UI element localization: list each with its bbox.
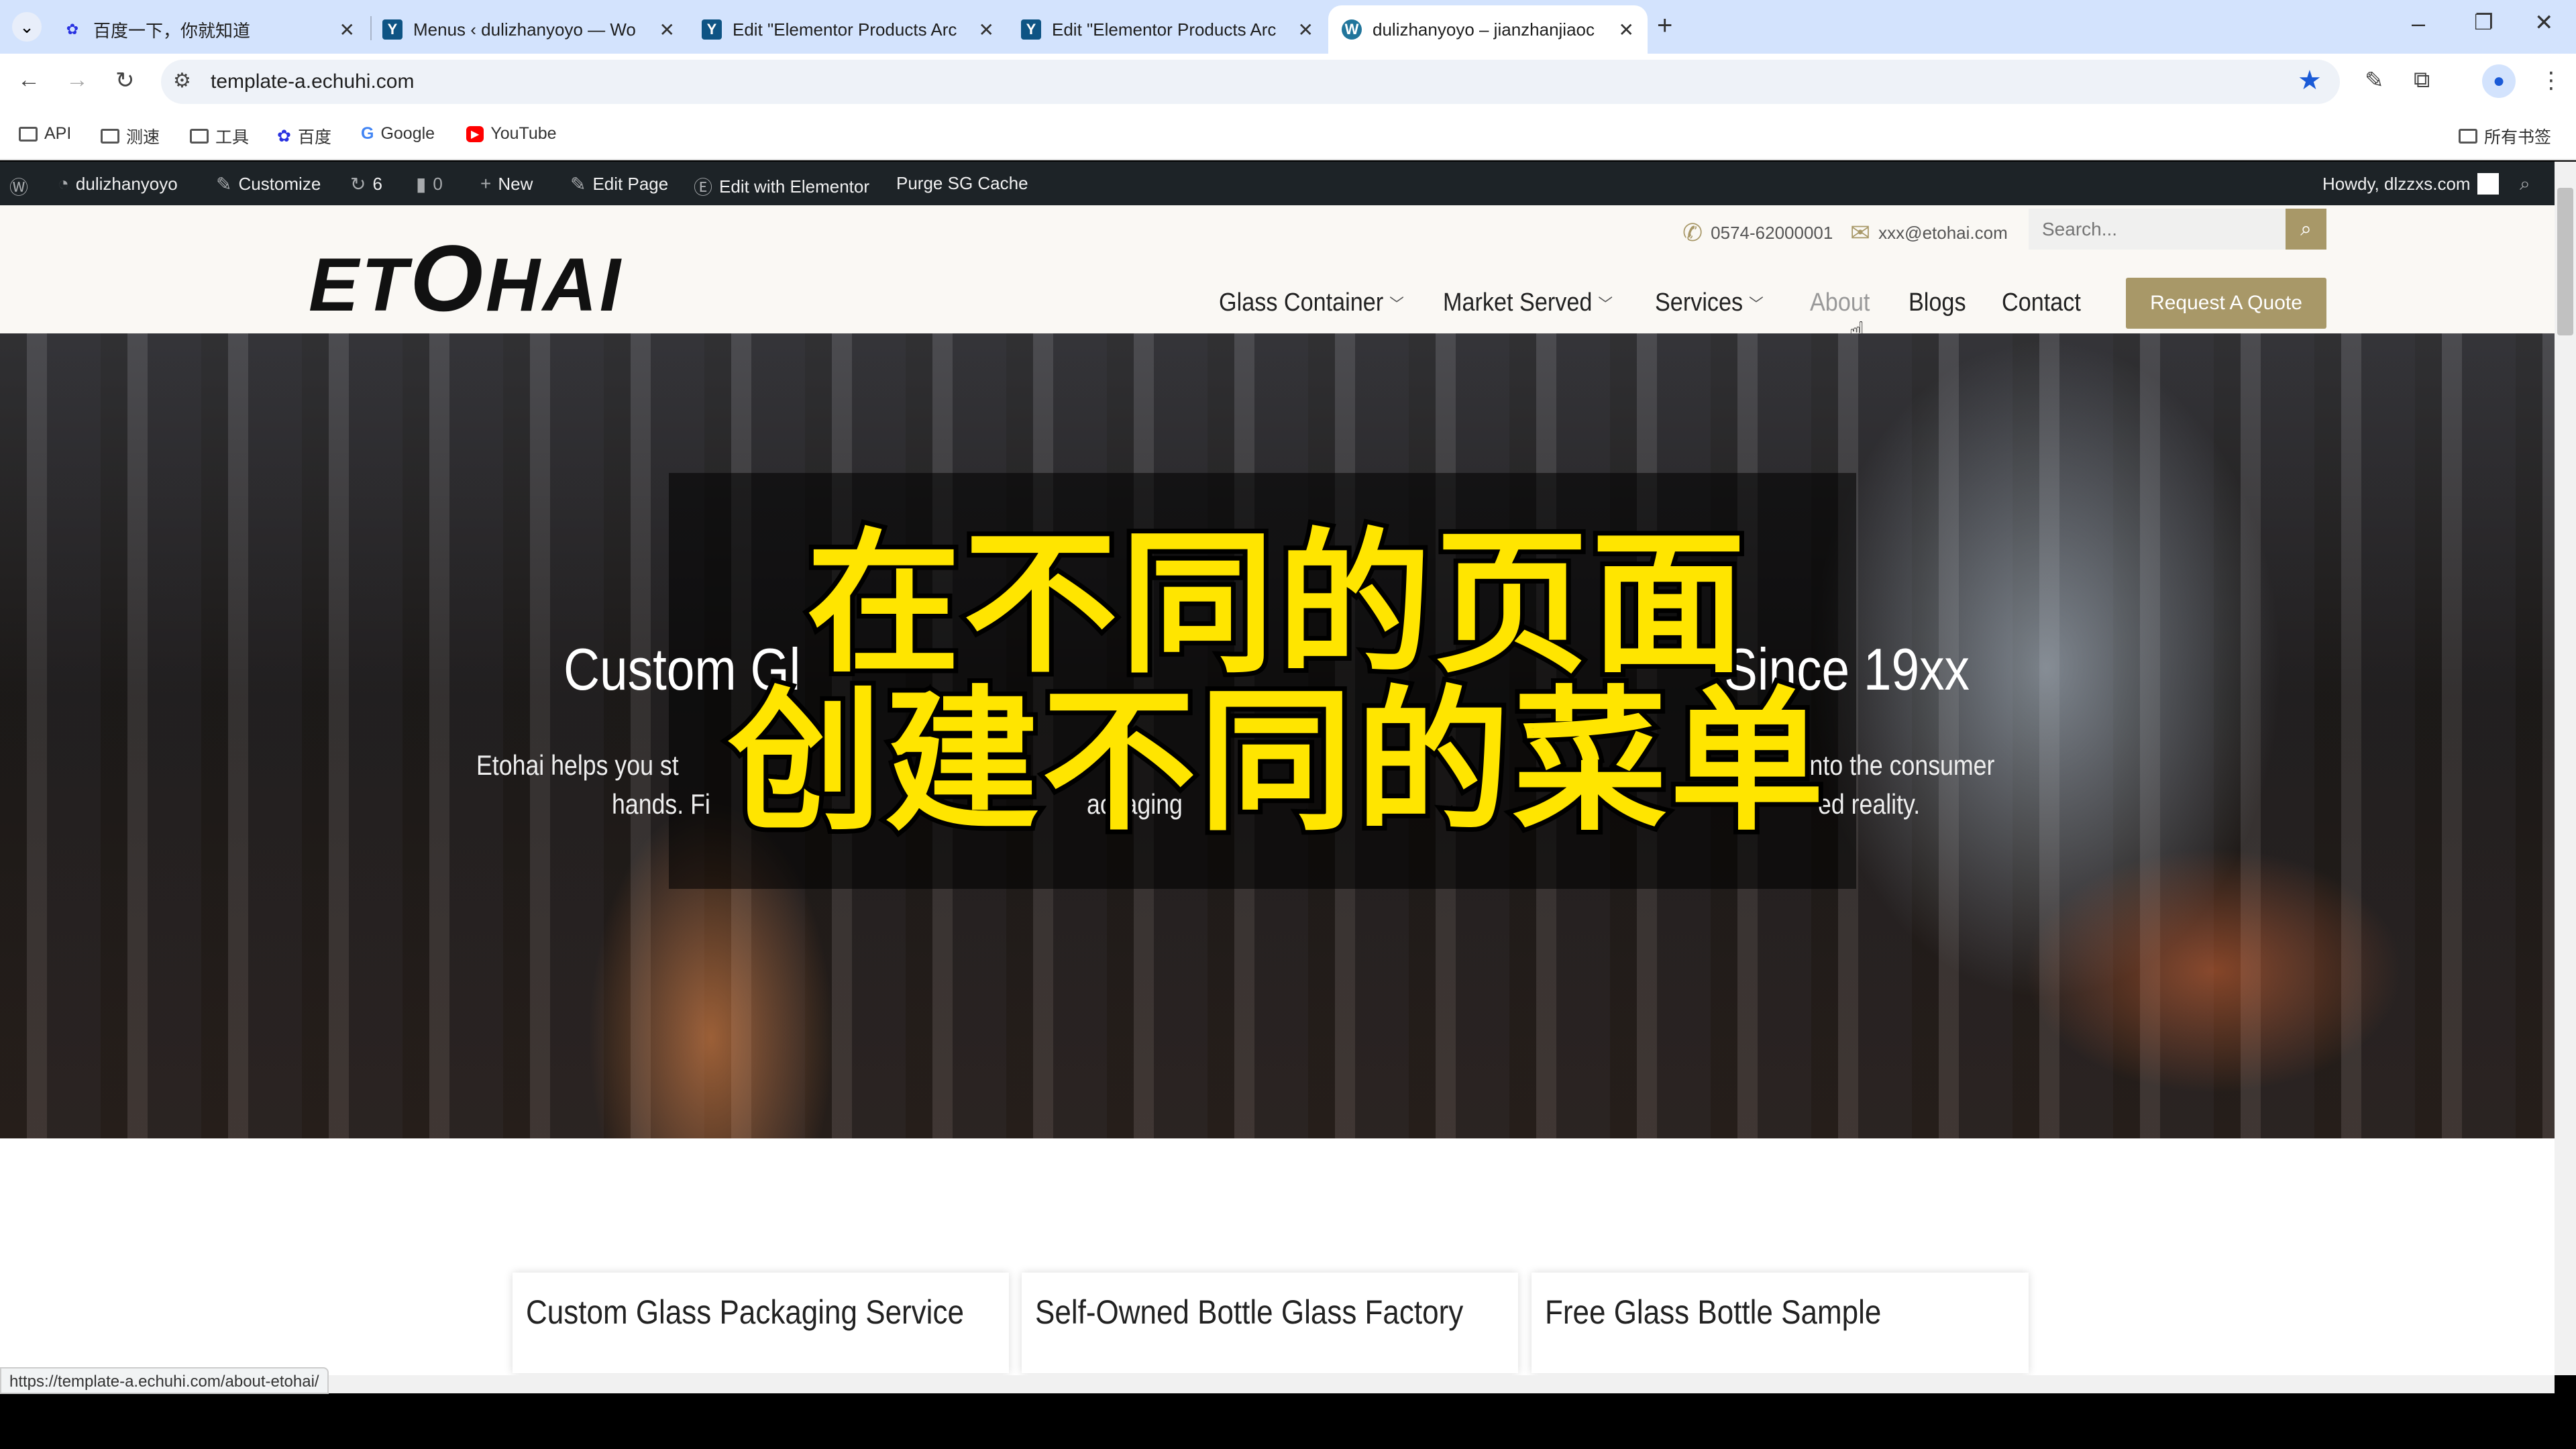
menu-icon[interactable]: ⋮ bbox=[2540, 67, 2563, 94]
minimize-button[interactable]: – bbox=[2412, 9, 2425, 38]
elementor-icon: Ⓔ bbox=[694, 177, 713, 198]
elementor-link[interactable]: Ⓔ Edit with Elementor bbox=[694, 173, 869, 200]
feature-card[interactable]: Custom Glass Packaging Service bbox=[513, 1273, 1009, 1373]
hero-banner: Custom Gl Since 19xx Etohai helps you st… bbox=[0, 333, 2555, 1138]
nav-contact[interactable]: Contact bbox=[2002, 288, 2081, 317]
folder-icon bbox=[101, 129, 119, 144]
baidu-icon: ✿ bbox=[66, 21, 79, 38]
email-contact[interactable]: ✉ xxx@etohai.com bbox=[1850, 219, 2008, 247]
wp-logo-menu[interactable]: Ⓦ bbox=[9, 173, 28, 200]
close-icon[interactable]: ✕ bbox=[1298, 19, 1313, 41]
nav-blogs[interactable]: Blogs bbox=[1909, 288, 1966, 317]
chevron-down-icon: ﹀ bbox=[1598, 296, 1613, 314]
site-info-icon[interactable]: ⚙ bbox=[173, 69, 191, 93]
purge-cache-link[interactable]: Purge SG Cache bbox=[896, 173, 1028, 194]
close-window-button[interactable]: ✕ bbox=[2534, 9, 2554, 36]
eyedropper-icon[interactable]: ✎ bbox=[2365, 67, 2384, 94]
features-section: Custom Glass Packaging Service Self-Owne… bbox=[0, 1138, 2555, 1375]
chevron-down-icon: ﹀ bbox=[1749, 296, 1764, 314]
youtube-icon: ▶ bbox=[466, 125, 484, 142]
folder-icon bbox=[19, 126, 38, 142]
address-bar[interactable]: ⚙ template-a.echuhi.com ★ bbox=[161, 60, 2340, 104]
customize-link[interactable]: ✎ Customize bbox=[216, 173, 321, 195]
bookmarks-bar: API 测速 工具 ✿ 百度 G Google ▶ YouTube 所有书签 bbox=[0, 111, 2576, 160]
close-icon[interactable]: ✕ bbox=[979, 19, 994, 41]
back-icon[interactable]: ← bbox=[17, 67, 40, 93]
url-text[interactable]: template-a.echuhi.com bbox=[211, 70, 415, 93]
brush-icon: ✎ bbox=[216, 174, 232, 195]
tab-active[interactable]: Wdulizhanyoyo – jianzhanjiaoc ✕ bbox=[1328, 5, 1648, 54]
nav-market-served[interactable]: Market Served ﹀ bbox=[1443, 288, 1613, 317]
wordpress-icon: Ⓦ bbox=[9, 177, 29, 198]
avatar bbox=[2477, 173, 2499, 195]
bookmark[interactable]: ▶ YouTube bbox=[466, 124, 557, 144]
updates-icon: ↻ bbox=[350, 174, 366, 195]
search-button[interactable]: ⌕ bbox=[2286, 209, 2326, 250]
wordpress-icon: W bbox=[1342, 19, 1362, 40]
video-caption: 创建不同的菜单 bbox=[723, 673, 1829, 852]
account-menu[interactable]: Howdy, dlzzxs.com bbox=[2322, 173, 2499, 195]
feature-card[interactable]: Self-Owned Bottle Glass Factory bbox=[1022, 1273, 1518, 1373]
plus-icon: + bbox=[480, 173, 492, 194]
search-icon: ⌕ bbox=[2300, 217, 2312, 240]
comments-link[interactable]: ▮ 0 bbox=[416, 173, 443, 195]
video-caption: 在不同的页面 bbox=[802, 515, 1750, 694]
bookmark[interactable]: G Google bbox=[361, 124, 435, 144]
forward-icon[interactable]: → bbox=[66, 67, 89, 93]
chevron-down-icon: ﹀ bbox=[1389, 296, 1404, 314]
bookmark[interactable]: 测速 bbox=[101, 124, 160, 148]
phone-icon: ✆ bbox=[1682, 219, 1703, 246]
bookmark-star-icon[interactable]: ★ bbox=[2298, 65, 2322, 96]
wp-admin-bar: Ⓦ ◔ dulizhanyoyo ✎ Customize ↻ 6 ▮ 0 + New ✎ E… bbox=[0, 162, 2555, 205]
tab[interactable]: Y Edit "Elementor Products Arc ✕ bbox=[1008, 5, 1327, 54]
edit-page-link[interactable]: ✎ Edit Page bbox=[570, 173, 668, 195]
folder-icon bbox=[2459, 129, 2477, 144]
tab[interactable]: Y Edit "Elementor Products Arc ✕ bbox=[688, 5, 1008, 54]
reload-icon[interactable]: ↻ bbox=[115, 67, 135, 94]
comment-icon: ▮ bbox=[416, 174, 427, 195]
nav-glass-container[interactable]: Glass Container ﹀ bbox=[1219, 288, 1404, 317]
profile-avatar[interactable]: ● bbox=[2482, 64, 2516, 98]
tab-bar: ⌄ ✿ 百度一下，你就知道 ✕ Y Menus ‹ dulizhanyoyo — Wo… bbox=[0, 0, 2576, 54]
browser-toolbar: ← → ↻ ⚙ template-a.echuhi.com ★ ✎ ⧉ ● ⋮ bbox=[0, 54, 2576, 111]
extensions-icon[interactable]: ⧉ bbox=[2414, 67, 2430, 93]
tab-search-button[interactable]: ⌄ bbox=[12, 12, 42, 42]
new-tab-button[interactable]: + bbox=[1657, 11, 1672, 41]
phone-contact[interactable]: ✆ 0574-62000001 bbox=[1682, 219, 1833, 247]
envelope-icon: ✉ bbox=[1850, 219, 1871, 246]
close-icon[interactable]: ✕ bbox=[1619, 19, 1634, 41]
status-bar-url: https://template-a.echuhi.com/about-etoh… bbox=[0, 1367, 329, 1394]
site-name-menu[interactable]: ◔ dulizhanyoyo bbox=[58, 173, 178, 195]
nav-about[interactable]: About bbox=[1810, 288, 1870, 317]
bookmark[interactable]: 工具 bbox=[190, 124, 249, 148]
yoast-icon: Y bbox=[702, 19, 722, 40]
tab[interactable]: Y Menus ‹ dulizhanyoyo — Wo ✕ bbox=[369, 5, 688, 54]
search-input[interactable] bbox=[2029, 209, 2286, 250]
yoast-icon: Y bbox=[382, 19, 402, 40]
pencil-icon: ✎ bbox=[570, 174, 586, 195]
bookmark[interactable]: API bbox=[19, 124, 71, 144]
request-quote-button[interactable]: Request A Quote bbox=[2126, 278, 2326, 329]
yoast-icon: Y bbox=[1021, 19, 1041, 40]
restore-button[interactable]: ❐ bbox=[2474, 9, 2493, 35]
site-logo[interactable]: ETOHAI bbox=[309, 224, 623, 333]
nav-services[interactable]: Services ﹀ bbox=[1655, 288, 1764, 317]
dashboard-icon: ◔ bbox=[58, 173, 69, 194]
feature-card[interactable]: Free Glass Bottle Sample bbox=[1532, 1273, 2029, 1373]
bookmark[interactable]: ✿ 百度 bbox=[277, 124, 331, 148]
site-header: ETOHAI ✆0574-62000001 ✉xxx@etohai.com ⌕ … bbox=[0, 205, 2555, 347]
folder-icon bbox=[190, 129, 209, 144]
google-icon: G bbox=[361, 124, 374, 143]
vertical-scrollbar[interactable] bbox=[2555, 162, 2576, 1375]
horizontal-scrollbar[interactable] bbox=[0, 1375, 2555, 1393]
new-content-link[interactable]: + New bbox=[480, 173, 533, 195]
search-icon[interactable]: ⌕ bbox=[2520, 173, 2530, 195]
baidu-icon: ✿ bbox=[277, 127, 291, 146]
all-bookmarks[interactable]: 所有书签 bbox=[2459, 124, 2551, 148]
close-icon[interactable]: ✕ bbox=[659, 19, 675, 41]
updates-link[interactable]: ↻ 6 bbox=[350, 173, 382, 195]
tab[interactable]: ✿ 百度一下，你就知道 ✕ bbox=[49, 5, 368, 54]
close-icon[interactable]: ✕ bbox=[339, 19, 355, 41]
scrollbar-thumb[interactable] bbox=[2557, 188, 2573, 335]
